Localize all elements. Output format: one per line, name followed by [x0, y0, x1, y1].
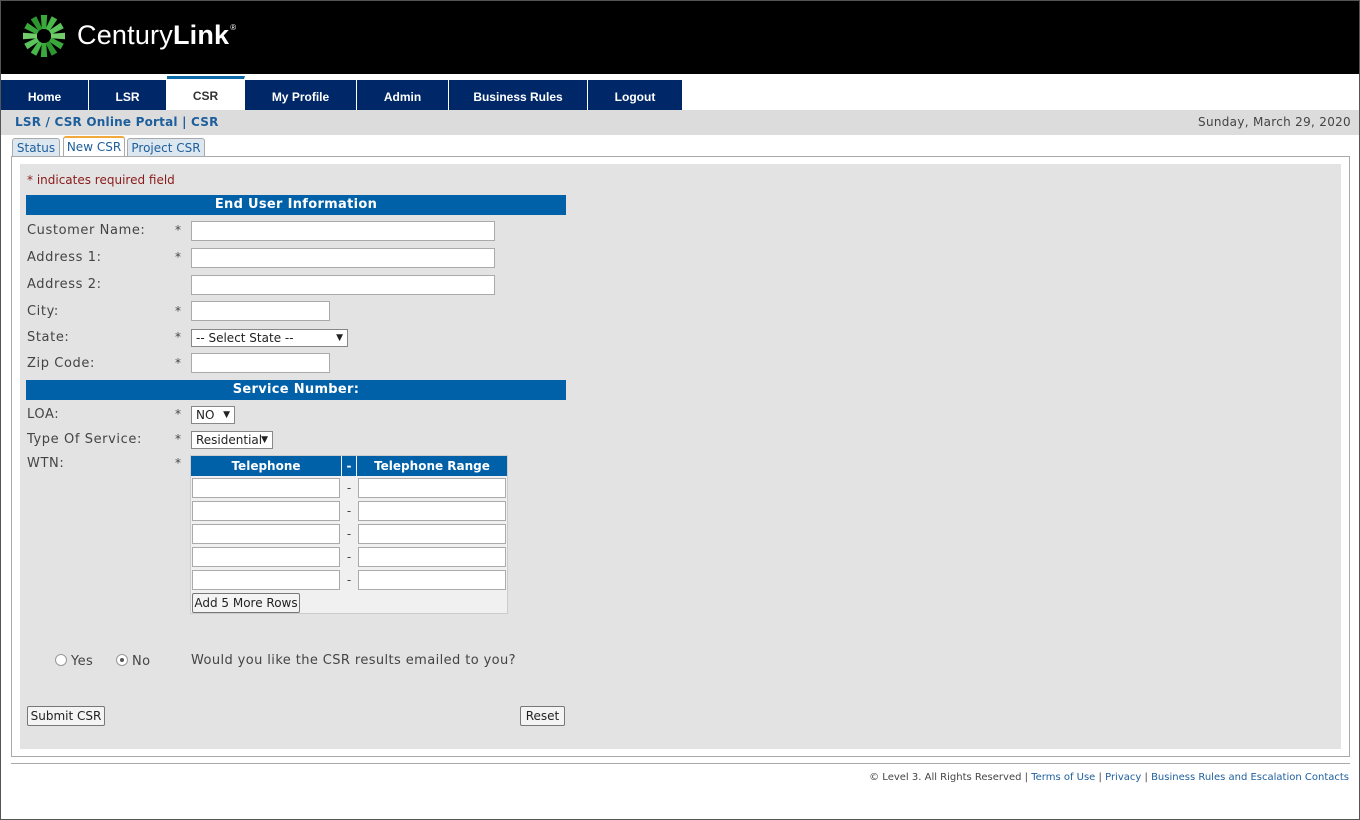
service-type-select-value: Residential: [196, 433, 263, 447]
new-csr-form: * indicates required field End User Info…: [20, 164, 1341, 749]
state-label: State:: [27, 330, 70, 345]
footer-separator: |: [1144, 772, 1148, 783]
required-mark: *: [175, 456, 181, 470]
nav-business-rules[interactable]: Business Rules: [449, 80, 588, 113]
privacy-link[interactable]: Privacy: [1105, 772, 1141, 783]
footer: © Level 3. All Rights Reserved | Terms o…: [869, 772, 1349, 783]
breadcrumb: LSR / CSR Online Portal | CSR: [15, 115, 219, 129]
footer-divider: [11, 763, 1350, 764]
nav-csr[interactable]: CSR: [167, 76, 245, 113]
required-field-note: * indicates required field: [27, 173, 175, 187]
submit-csr-button[interactable]: Submit CSR: [27, 706, 105, 726]
wtn-telephone-input[interactable]: [192, 570, 340, 590]
business-rules-contacts-link[interactable]: Business Rules and Escalation Contacts: [1151, 772, 1349, 783]
zip-label: Zip Code:: [27, 356, 95, 371]
wtn-telephone-input[interactable]: [192, 547, 340, 567]
required-mark: *: [175, 407, 181, 421]
end-user-section-header: End User Information: [26, 195, 566, 215]
wtn-range-input[interactable]: [358, 570, 506, 590]
wtn-row-separator: -: [346, 527, 352, 541]
address1-label: Address 1:: [27, 250, 102, 265]
address2-input[interactable]: [191, 275, 495, 295]
dropdown-arrow-icon: ▼: [223, 410, 230, 420]
required-mark: *: [175, 432, 181, 446]
service-type-label: Type Of Service:: [27, 432, 142, 447]
registered-mark: ®: [230, 23, 237, 32]
email-no-label: No: [132, 654, 151, 669]
loa-select[interactable]: NO ▼: [191, 406, 235, 424]
breadcrumb-bar: LSR / CSR Online Portal | CSR Sunday, Ma…: [1, 110, 1359, 135]
tab-project-csr[interactable]: Project CSR: [127, 138, 205, 156]
loa-select-value: NO: [196, 408, 215, 422]
brand-name-light: Century: [77, 20, 173, 50]
add-more-rows-button[interactable]: Add 5 More Rows: [192, 593, 300, 613]
wtn-range-input[interactable]: [358, 478, 506, 498]
centurylink-logo-icon: [23, 15, 65, 57]
wtn-telephone-input[interactable]: [192, 478, 340, 498]
nav-my-profile[interactable]: My Profile: [245, 80, 357, 113]
address1-input[interactable]: [191, 248, 495, 268]
required-mark: *: [175, 223, 181, 237]
required-mark: *: [175, 304, 181, 318]
email-results-question: Would you like the CSR results emailed t…: [191, 653, 516, 668]
customer-name-input[interactable]: [191, 221, 495, 241]
wtn-range-input[interactable]: [358, 547, 506, 567]
brand-name-bold: Link: [172, 20, 230, 50]
zip-input[interactable]: [191, 353, 330, 373]
nav-logout[interactable]: Logout: [588, 80, 683, 113]
service-type-select[interactable]: Residential ▼: [191, 431, 273, 449]
wtn-table: Telephone - Telephone Range - - - - - Ad…: [190, 455, 508, 614]
dropdown-arrow-icon: ▼: [336, 333, 343, 343]
email-no-radio[interactable]: [116, 654, 128, 666]
copyright-text: © Level 3. All Rights Reserved: [869, 772, 1022, 783]
state-select-value: -- Select State --: [196, 331, 294, 345]
new-csr-panel: * indicates required field End User Info…: [11, 156, 1350, 757]
wtn-label: WTN:: [27, 456, 65, 471]
dropdown-arrow-icon: ▼: [261, 435, 268, 445]
service-number-section-header: Service Number:: [26, 380, 566, 400]
city-label: City:: [27, 304, 59, 319]
tab-status[interactable]: Status: [12, 138, 60, 156]
wtn-row-separator: -: [346, 481, 352, 495]
nav-admin[interactable]: Admin: [357, 80, 449, 113]
address2-label: Address 2:: [27, 277, 102, 292]
terms-of-use-link[interactable]: Terms of Use: [1031, 772, 1095, 783]
wtn-row-separator: -: [346, 550, 352, 564]
reset-button[interactable]: Reset: [520, 706, 565, 726]
wtn-range-input[interactable]: [358, 524, 506, 544]
brand-name: CenturyLink®: [77, 20, 236, 51]
wtn-telephone-input[interactable]: [192, 524, 340, 544]
tab-new-csr[interactable]: New CSR: [63, 136, 125, 156]
footer-separator: |: [1098, 772, 1102, 783]
city-input[interactable]: [191, 301, 330, 321]
current-date: Sunday, March 29, 2020: [1198, 115, 1351, 129]
wtn-range-input[interactable]: [358, 501, 506, 521]
email-yes-label: Yes: [71, 654, 94, 669]
wtn-telephone-input[interactable]: [192, 501, 340, 521]
required-mark: *: [175, 356, 181, 370]
required-mark: *: [175, 330, 181, 344]
site-header: CenturyLink®: [0, 0, 1360, 74]
customer-name-label: Customer Name:: [27, 223, 146, 238]
nav-home[interactable]: Home: [1, 80, 89, 113]
wtn-range-header: Telephone Range: [357, 456, 507, 476]
wtn-separator-header: -: [342, 456, 356, 476]
wtn-telephone-header: Telephone: [191, 456, 341, 476]
required-mark: *: [175, 250, 181, 264]
loa-label: LOA:: [27, 407, 60, 422]
nav-lsr[interactable]: LSR: [89, 80, 167, 113]
wtn-row-separator: -: [346, 573, 352, 587]
wtn-row-separator: -: [346, 504, 352, 518]
email-yes-radio[interactable]: [55, 654, 67, 666]
footer-separator: |: [1024, 772, 1029, 783]
state-select[interactable]: -- Select State -- ▼: [191, 329, 348, 347]
